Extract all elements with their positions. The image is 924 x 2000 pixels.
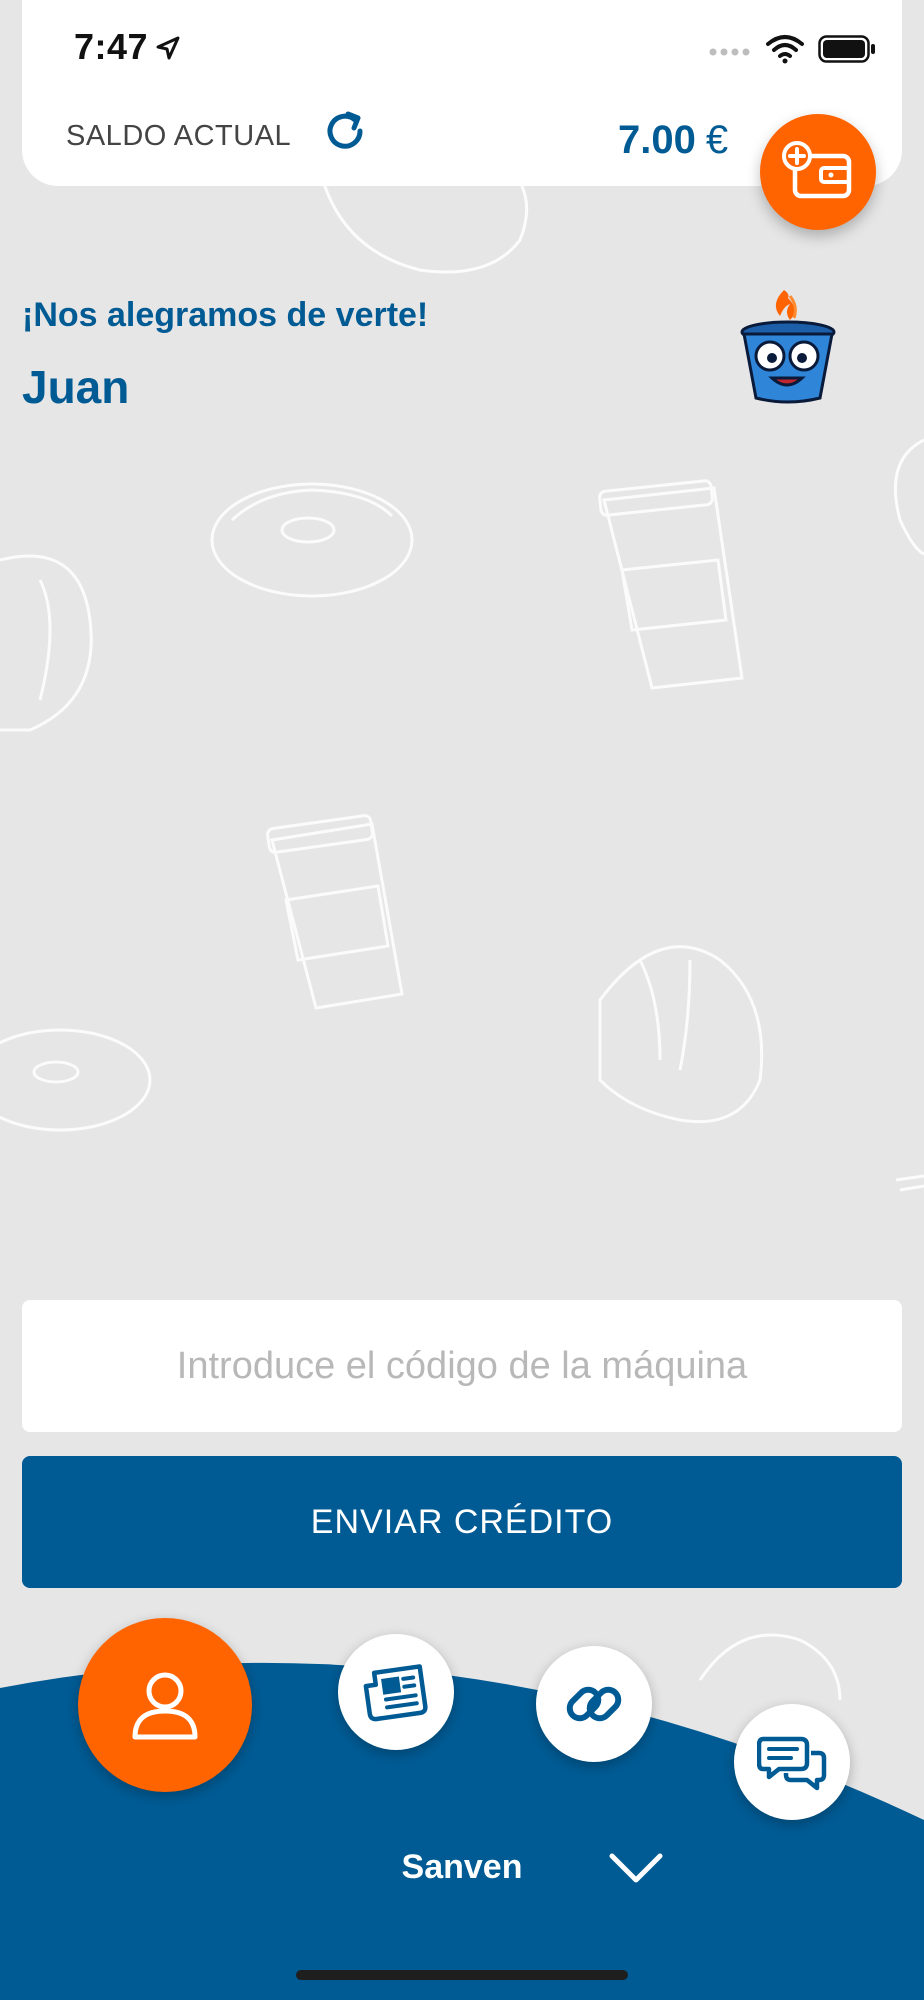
newspaper-icon: [363, 1664, 428, 1722]
chat-icon: [757, 1736, 827, 1791]
status-time: 7:47: [74, 26, 149, 67]
balance-value: 7.00: [618, 118, 696, 162]
battery-icon: [818, 35, 875, 63]
coffee-mascot-icon: [740, 290, 836, 404]
wifi-icon: [766, 35, 804, 64]
greeting-text: ¡Nos alegramos de verte!: [22, 296, 429, 334]
nav-link-button[interactable]: [536, 1646, 652, 1762]
home-indicator: [296, 1970, 628, 1980]
balance-label: SALDO ACTUAL: [66, 120, 292, 152]
nav-news-button[interactable]: [338, 1634, 454, 1750]
user-icon: [132, 1672, 198, 1740]
nav-profile-button[interactable]: [78, 1618, 252, 1792]
user-name: Juan: [22, 361, 130, 413]
balance-amount: 7.00 €: [618, 118, 728, 163]
add-wallet-icon: [782, 141, 852, 199]
machine-code-input[interactable]: [22, 1300, 902, 1432]
refresh-icon[interactable]: [322, 108, 368, 154]
currency-symbol: €: [705, 118, 729, 162]
brand-label: Sanven: [401, 1848, 523, 1886]
location-arrow-icon: [156, 36, 180, 60]
add-credit-button[interactable]: [760, 114, 876, 230]
chevron-down-icon[interactable]: [606, 1846, 666, 1890]
status-indicators: [708, 32, 876, 66]
nav-chat-button[interactable]: [734, 1704, 850, 1820]
send-credit-button[interactable]: ENVIAR CRÉDITO: [22, 1456, 902, 1588]
link-icon: [566, 1686, 622, 1722]
signal-icon: [709, 48, 750, 56]
